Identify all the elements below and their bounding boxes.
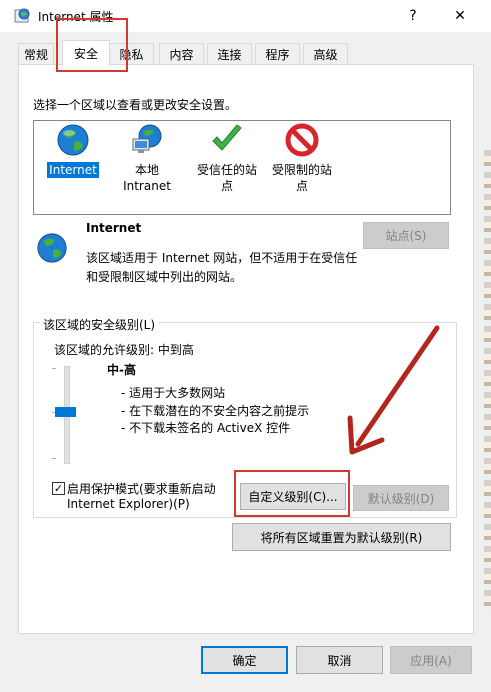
checkmark-icon bbox=[210, 123, 244, 157]
close-icon: ✕ bbox=[454, 8, 466, 24]
help-button[interactable]: ? bbox=[390, 0, 436, 32]
internet-options-icon bbox=[14, 7, 31, 24]
zone-label: 本地 bbox=[134, 163, 159, 177]
background-window-edge bbox=[484, 150, 491, 610]
default-level-button[interactable]: 默认级别(D) bbox=[353, 485, 449, 511]
protected-mode-label-1: 启用保护模式(要求重新启动 bbox=[67, 482, 216, 496]
zone-label: 受信任的站 bbox=[196, 163, 257, 177]
tab-label: 程序 bbox=[265, 48, 290, 62]
slider-thumb[interactable] bbox=[55, 407, 76, 417]
tab-label: 内容 bbox=[169, 48, 194, 62]
tab-label: 连接 bbox=[217, 48, 242, 62]
zone-name: Internet bbox=[86, 221, 142, 235]
highlight-box-tab bbox=[56, 18, 128, 72]
tab-general[interactable]: 常规 bbox=[18, 43, 54, 65]
cancel-button[interactable]: 取消 bbox=[296, 646, 383, 674]
zone-label: Internet bbox=[47, 162, 99, 178]
tab-label: 高级 bbox=[313, 48, 338, 62]
tab-label: 常规 bbox=[23, 48, 48, 62]
zone-list[interactable]: Internet 本地 Intranet 受信任的站 点 受限制的站 点 bbox=[33, 120, 451, 215]
tab-programs[interactable]: 程序 bbox=[255, 43, 300, 65]
zone-restricted-sites[interactable]: 受限制的站 点 bbox=[262, 121, 342, 194]
level-bullet-3: - 不下载未签名的 ActiveX 控件 bbox=[121, 421, 291, 435]
slider-tick bbox=[52, 368, 56, 369]
highlight-box-custom bbox=[234, 470, 350, 517]
tab-advanced[interactable]: 高级 bbox=[303, 43, 348, 65]
help-icon: ? bbox=[409, 8, 417, 24]
allowed-levels-text: 该区域的允许级别: 中到高 bbox=[54, 343, 194, 357]
tab-connections[interactable]: 连接 bbox=[207, 43, 252, 65]
sites-button[interactable]: 站点(S) bbox=[363, 222, 449, 249]
zone-label-line2: Intranet bbox=[123, 179, 171, 193]
close-button[interactable]: ✕ bbox=[437, 0, 483, 32]
protected-mode-checkbox[interactable]: ✓ bbox=[52, 482, 65, 495]
intranet-icon bbox=[130, 123, 164, 157]
restricted-icon bbox=[285, 123, 319, 157]
annotation-arrow bbox=[347, 325, 440, 455]
protected-mode-label-2: Internet Explorer)(P) bbox=[67, 497, 190, 511]
level-bullet-2: - 在下载潜在的不安全内容之前提示 bbox=[121, 404, 310, 418]
zone-description-line2: 和受限制区域中列出的网站。 bbox=[86, 270, 243, 284]
tab-content[interactable]: 内容 bbox=[159, 43, 204, 65]
zone-label: 受限制的站 bbox=[271, 163, 332, 177]
zone-prompt: 选择一个区域以查看或更改安全设置。 bbox=[33, 98, 238, 112]
zone-local-intranet[interactable]: 本地 Intranet bbox=[112, 121, 182, 194]
ok-button[interactable]: 确定 bbox=[201, 646, 288, 674]
globe-icon bbox=[36, 232, 68, 264]
zone-label-line2: 点 bbox=[220, 179, 233, 193]
reset-all-zones-button[interactable]: 将所有区域重置为默认级别(R) bbox=[232, 523, 451, 551]
level-bullet-1: - 适用于大多数网站 bbox=[121, 386, 226, 400]
apply-button[interactable]: 应用(A) bbox=[390, 646, 472, 674]
zone-trusted-sites[interactable]: 受信任的站 点 bbox=[187, 121, 267, 194]
globe-icon bbox=[56, 123, 90, 157]
zone-internet[interactable]: Internet bbox=[42, 121, 104, 178]
zone-label-line2: 点 bbox=[295, 179, 308, 193]
level-name: 中-高 bbox=[107, 363, 136, 377]
group-title: 该区域的安全级别(L) bbox=[40, 316, 159, 333]
zone-description-line1: 该区域适用于 Internet 网站，但不适用于在受信任 bbox=[86, 251, 358, 265]
slider-tick bbox=[52, 458, 56, 459]
